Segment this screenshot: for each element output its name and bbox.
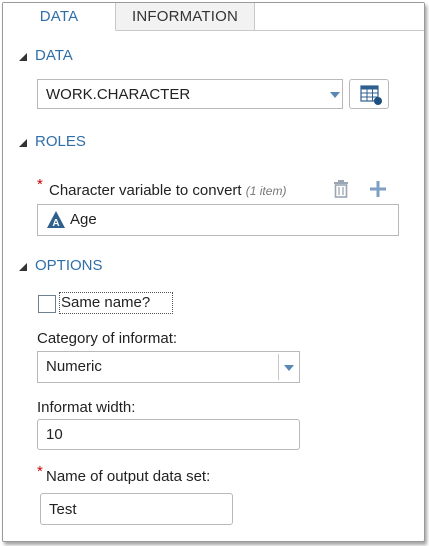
list-item[interactable]: A Age (46, 205, 97, 235)
roles-section-header[interactable]: ROLES (19, 133, 86, 150)
output-label: Name of output data set: (46, 468, 211, 485)
same-name-label[interactable]: Same name? (61, 294, 150, 311)
select-table-button[interactable] (349, 79, 389, 109)
collapse-triangle-icon (19, 138, 27, 147)
chevron-down-icon[interactable] (284, 365, 294, 371)
char-var-label-text: Character variable to convert (49, 182, 242, 199)
required-marker: * (37, 176, 43, 193)
plus-icon (370, 181, 386, 197)
informat-width-input[interactable] (37, 419, 300, 450)
required-marker: * (37, 463, 43, 480)
select-divider (278, 354, 279, 380)
width-label: Informat width: (37, 399, 136, 416)
trash-icon (334, 180, 348, 198)
char-var-label: Character variable to convert (1 item) (49, 182, 286, 199)
collapse-triangle-icon (19, 262, 27, 271)
tab-data[interactable]: DATA (3, 3, 116, 31)
dataset-value: WORK.CHARACTER (46, 86, 191, 103)
options-section-title: OPTIONS (35, 257, 103, 274)
character-variable-icon: A (47, 211, 65, 229)
output-dataset-input[interactable] (40, 493, 233, 525)
variable-name: Age (70, 211, 97, 228)
tab-information[interactable]: INFORMATION (116, 3, 255, 30)
tab-bar: DATA INFORMATION (3, 3, 424, 31)
item-count-hint: (1 item) (245, 184, 287, 198)
chevron-down-icon[interactable] (330, 92, 340, 98)
category-select[interactable]: Numeric (37, 351, 300, 383)
add-button[interactable] (368, 179, 388, 199)
data-section-title: DATA (35, 47, 73, 64)
dataset-combobox[interactable]: WORK.CHARACTER (37, 79, 343, 109)
table-icon (360, 85, 382, 105)
svg-text:A: A (52, 218, 59, 229)
task-panel: DATA INFORMATION DATA WORK.CHARACTER ROL… (2, 2, 425, 542)
same-name-checkbox[interactable] (38, 295, 56, 313)
roles-section-title: ROLES (35, 133, 86, 150)
delete-button[interactable] (331, 179, 351, 199)
category-value: Numeric (46, 358, 102, 375)
assigned-variables-list[interactable]: A Age (37, 204, 399, 236)
collapse-triangle-icon (19, 52, 27, 61)
category-label: Category of informat: (37, 330, 178, 347)
data-section-header[interactable]: DATA (19, 47, 73, 64)
options-section-header[interactable]: OPTIONS (19, 257, 103, 274)
